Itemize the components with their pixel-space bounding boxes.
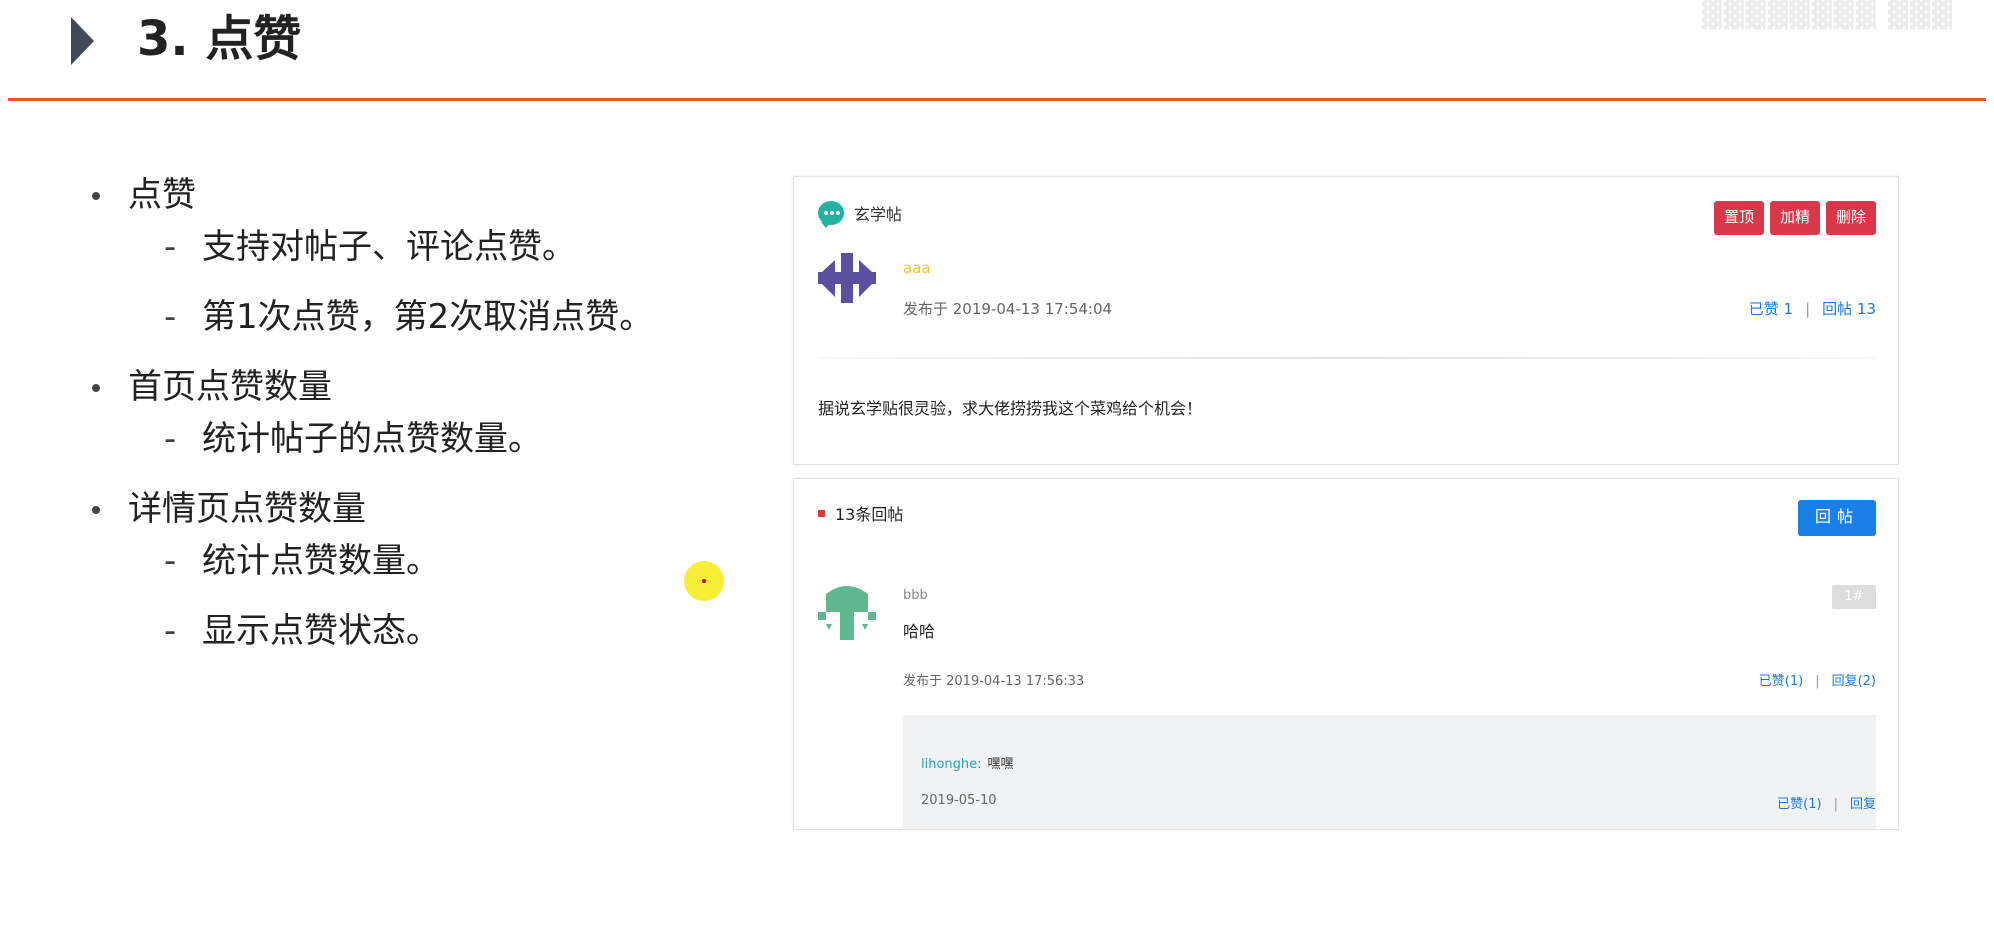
sub-item: - 第1次点赞，第2次取消点赞。 [164, 297, 654, 337]
bullet-label: 点赞 [128, 175, 196, 215]
delete-button[interactable]: 删除 [1825, 201, 1876, 235]
title-marker-icon [71, 17, 94, 65]
highlight-button[interactable]: 加精 [1769, 201, 1820, 235]
replies-header: 13条回帖 [818, 501, 903, 525]
comment-text: 哈哈 [903, 622, 936, 641]
sub-list: - 统计点赞数量。 - 显示点赞状态。 [164, 541, 653, 651]
pin-button[interactable]: 置顶 [1713, 201, 1764, 235]
chat-bubble-icon [818, 201, 844, 228]
sub-reply-author-link[interactable]: lihonghe: [921, 757, 982, 772]
sub-reply-date: 2019-05-10 [921, 793, 997, 808]
post-admin-buttons: 置顶 加精 删除 [1713, 201, 1876, 235]
watermark: ▓▓▓▓▓▓▓▓ ▓▓▓ [1701, 0, 1954, 30]
post-detail-panel: 玄学帖 置顶 加精 删除 aaa 发布于 2019-04-13 17:54:04… [793, 176, 1899, 465]
floor-badge: 1# [1832, 585, 1876, 609]
post-reply-link[interactable]: 回帖 13 [1822, 300, 1876, 318]
separator: | [1833, 797, 1838, 812]
comment-date: 发布于 2019-04-13 17:56:33 [903, 674, 1085, 689]
sub-reply-line: lihonghe: 嘿嘿 [921, 753, 1014, 772]
bullet-item: 详情页点赞数量 [86, 489, 653, 529]
post-like-link[interactable]: 已赞 1 [1749, 300, 1793, 318]
post-author-link[interactable]: aaa [903, 259, 931, 277]
bullet-dot-icon [92, 192, 100, 200]
sub-reply-text: 嘿嘿 [987, 757, 1014, 772]
sub-item-text: 第1次点赞，第2次取消点赞。 [202, 297, 654, 337]
post-divider [818, 357, 1876, 359]
reply-count-label: 13条回帖 [835, 505, 904, 524]
bullet-item: 首页点赞数量 [86, 367, 653, 407]
sub-item-text: 统计点赞数量。 [202, 541, 440, 581]
comment-author-avatar[interactable] [818, 584, 876, 640]
post-body: 据说玄学贴很灵验，求大佬捞捞我这个菜鸡给个机会！ [818, 399, 1203, 418]
sub-item: - 支持对帖子、评论点赞。 [164, 227, 576, 267]
post-title: 玄学帖 [854, 205, 903, 224]
sub-list: - 统计帖子的点赞数量。 [164, 419, 653, 459]
post-date: 发布于 2019-04-13 17:54:04 [903, 300, 1113, 318]
sub-item-text: 统计帖子的点赞数量。 [202, 419, 542, 459]
comment-author-link[interactable]: bbb [903, 588, 928, 603]
sub-item-text: 显示点赞状态。 [202, 611, 440, 651]
header-divider [8, 98, 1986, 101]
sub-reply-reply-link[interactable]: 回复 [1850, 797, 1876, 812]
post-header: 玄学帖 [818, 201, 903, 228]
post-stats: 已赞 1 | 回帖 13 [1749, 298, 1876, 319]
mouse-cursor-highlight [684, 561, 724, 601]
bullet-label: 详情页点赞数量 [128, 489, 366, 529]
bullet-dot-icon [92, 506, 100, 514]
separator: | [1805, 300, 1811, 318]
bullet-label: 首页点赞数量 [128, 367, 332, 407]
sub-list: - 支持对帖子、评论点赞。 - 第1次点赞，第2次取消点赞。 [164, 227, 653, 337]
author-avatar[interactable] [818, 253, 876, 303]
sub-item: - 显示点赞状态。 [164, 611, 440, 651]
bullet-dot-icon [92, 384, 100, 392]
sub-reply-box [903, 715, 1876, 829]
slide-title: 3. 点赞 [137, 11, 302, 67]
reply-button[interactable]: 回帖 [1798, 500, 1876, 536]
sub-item-text: 支持对帖子、评论点赞。 [202, 227, 576, 267]
comment-reply-link[interactable]: 回复(2) [1832, 674, 1876, 689]
replies-panel: 13条回帖 回帖 bbb 1# 哈哈 发布于 2019-04-13 17:56:… [793, 478, 1899, 830]
sub-item: - 统计点赞数量。 [164, 541, 440, 581]
sub-reply-stats: 已赞(1) | 回复 [1777, 793, 1876, 812]
red-marker-icon [818, 509, 825, 517]
bullet-item: 点赞 [86, 175, 653, 215]
comment-stats: 已赞(1) | 回复(2) [1759, 670, 1876, 689]
separator: | [1815, 674, 1820, 689]
comment-like-link[interactable]: 已赞(1) [1759, 674, 1803, 689]
sub-reply-like-link[interactable]: 已赞(1) [1777, 797, 1821, 812]
sub-item: - 统计帖子的点赞数量。 [164, 419, 542, 459]
bullet-list: 点赞 - 支持对帖子、评论点赞。 - 第1次点赞，第2次取消点赞。 首页点赞数量 -… [86, 175, 653, 681]
